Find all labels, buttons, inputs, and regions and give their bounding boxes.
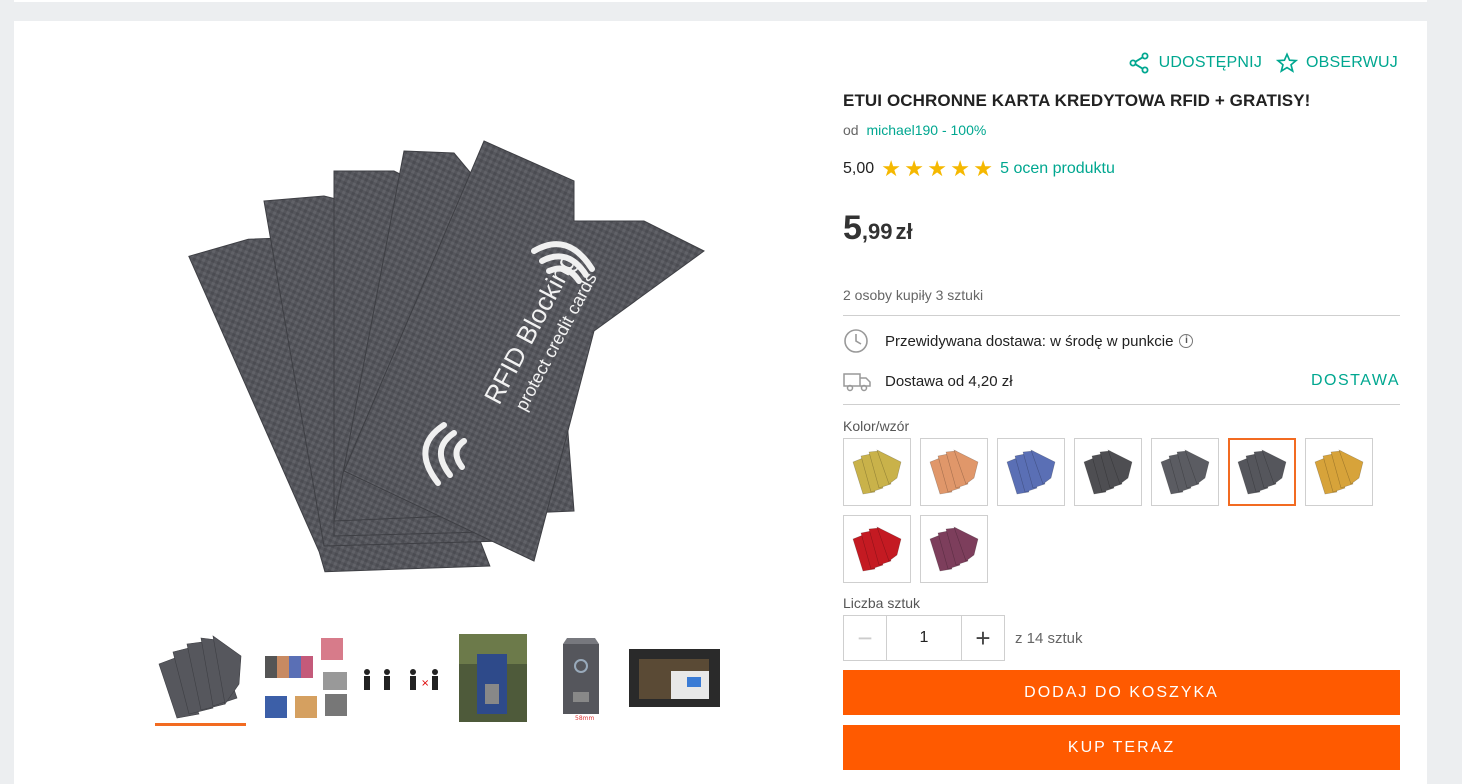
share-icon: [1129, 52, 1149, 74]
color-label: Kolor/wzór: [843, 418, 910, 434]
color-swatch-blue[interactable]: [997, 438, 1065, 506]
star-icon: ★: [927, 156, 947, 181]
divider: [843, 404, 1400, 405]
price-fraction: ,99: [861, 219, 893, 244]
buy-now-button[interactable]: KUP TERAZ: [843, 725, 1400, 770]
action-bar: UDOSTĘPNIJ OBSERWUJ: [1127, 51, 1398, 75]
divider: [843, 315, 1400, 316]
watch-button[interactable]: OBSERWUJ: [1276, 52, 1398, 74]
decrease-button[interactable]: −: [843, 615, 887, 661]
delivery-cost-text: Dostawa od 4,20 zł: [885, 372, 1013, 390]
rating-stars: ★ ★ ★ ★ ★: [880, 156, 994, 181]
delivery-cost-row: Dostawa od 4,20 zł DOSTAWA: [843, 368, 1400, 394]
svg-text:58mm: 58mm: [575, 715, 594, 722]
share-label: UDOSTĘPNIJ: [1158, 54, 1263, 71]
price-integer: 5: [843, 209, 862, 247]
clock-icon: [843, 328, 885, 354]
delivery-estimate-row: Przewidywana dostawa: w środę w punkcie …: [843, 328, 1400, 354]
truck-icon: [843, 370, 885, 392]
rating-row: 5,00 ★ ★ ★ ★ ★ 5 ocen produktu: [843, 156, 1115, 181]
thumbnail-6[interactable]: [629, 634, 720, 722]
main-product-image[interactable]: RFID Blocking protect credit cards: [164, 121, 724, 601]
info-icon[interactable]: i: [1179, 334, 1194, 348]
color-swatch-carbon-grey[interactable]: [1228, 438, 1296, 506]
seller-info: od michael190 - 100%: [843, 122, 986, 138]
seller-link[interactable]: michael190 - 100%: [866, 122, 986, 138]
quantity-available: z 14 sztuk: [1015, 629, 1083, 647]
color-swatch-purple[interactable]: [920, 515, 988, 583]
add-to-cart-button[interactable]: DODAJ DO KOSZYKA: [843, 670, 1400, 715]
color-swatch-gold-carbon[interactable]: [843, 438, 911, 506]
share-button[interactable]: UDOSTĘPNIJ: [1127, 51, 1262, 75]
seller-prefix: od: [843, 122, 859, 138]
sold-count: 2 osoby kupiły 3 sztuki: [843, 287, 984, 303]
watch-label: OBSERWUJ: [1306, 54, 1398, 71]
product-title: ETUI OCHRONNE KARTA KREDYTOWA RFID + GRA…: [843, 91, 1311, 110]
product-details: UDOSTĘPNIJ OBSERWUJ ETUI OCHRONNE KARTA …: [843, 21, 1400, 784]
reviews-link[interactable]: 5 ocen produktu: [1000, 160, 1115, 178]
color-swatch-dark-grey[interactable]: [1074, 438, 1142, 506]
thumbnail-3[interactable]: ×: [355, 634, 446, 722]
quantity-input[interactable]: [887, 615, 961, 661]
color-swatch-grey-rfid[interactable]: [1151, 438, 1219, 506]
thumbnail-4[interactable]: [447, 634, 538, 722]
color-swatch-red[interactable]: [843, 515, 911, 583]
star-outline-icon: [1276, 52, 1299, 73]
quantity-stepper: − + z 14 sztuk: [843, 615, 1083, 661]
color-swatch-gold[interactable]: [1305, 438, 1373, 506]
price-currency: zł: [895, 219, 913, 244]
delivery-estimate-text: Przewidywana dostawa: w środę w punkcie: [885, 332, 1174, 350]
star-icon: ★: [973, 156, 993, 181]
thumbnail-5[interactable]: 58mm: [535, 634, 626, 722]
star-icon: ★: [881, 156, 901, 181]
svg-text:×: ×: [421, 678, 429, 689]
increase-button[interactable]: +: [961, 615, 1005, 661]
star-icon: ★: [950, 156, 970, 181]
thumbnail-2[interactable]: [261, 634, 352, 722]
quantity-label: Liczba sztuk: [843, 595, 921, 611]
product-card: RFID Blocking protect credit cards × 58m…: [14, 21, 1427, 784]
star-icon: ★: [904, 156, 924, 181]
delivery-link[interactable]: DOSTAWA: [1311, 372, 1400, 390]
price: 5,99 zł: [843, 209, 913, 248]
top-card: [14, 0, 1427, 2]
color-swatch-rose-gold[interactable]: [920, 438, 988, 506]
rating-value: 5,00: [843, 160, 875, 177]
thumbnail-1[interactable]: [155, 634, 246, 726]
